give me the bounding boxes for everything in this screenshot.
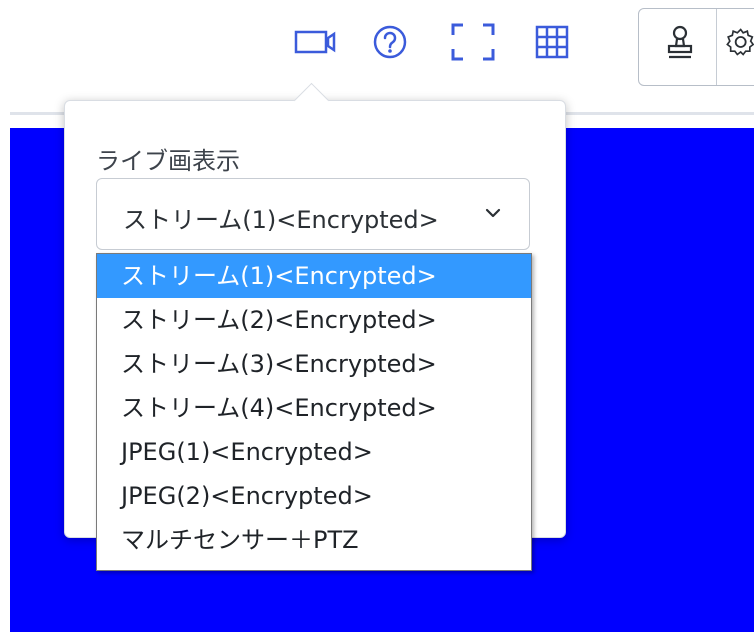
fullscreen-icon[interactable] — [445, 22, 501, 62]
stream-option[interactable]: JPEG(2)<Encrypted> — [97, 474, 531, 518]
stream-option[interactable]: ストリーム(3)<Encrypted> — [97, 342, 531, 386]
settings-icon[interactable] — [724, 22, 754, 62]
help-circle-icon[interactable] — [370, 22, 410, 62]
tool-group-divider — [716, 9, 717, 85]
stream-option[interactable]: JPEG(1)<Encrypted> — [97, 430, 531, 474]
live-view-label: ライブ画表示 — [96, 147, 240, 175]
left-margin — [0, 0, 10, 632]
grid-icon[interactable] — [526, 22, 578, 62]
stream-option[interactable]: マルチセンサー＋PTZ — [97, 518, 531, 562]
stream-dropdown-list: ストリーム(1)<Encrypted> ストリーム(2)<Encrypted> … — [96, 253, 532, 571]
stamp-icon[interactable] — [658, 22, 702, 62]
video-camera-icon[interactable] — [288, 22, 346, 62]
chevron-down-icon — [485, 208, 501, 218]
stream-option[interactable]: ストリーム(2)<Encrypted> — [97, 298, 531, 342]
stream-option[interactable]: ストリーム(4)<Encrypted> — [97, 386, 531, 430]
stream-select-value: ストリーム(1)<Encrypted> — [123, 206, 439, 234]
stream-option[interactable]: ストリーム(1)<Encrypted> — [97, 254, 531, 298]
stream-select[interactable]: ストリーム(1)<Encrypted> — [96, 178, 530, 250]
